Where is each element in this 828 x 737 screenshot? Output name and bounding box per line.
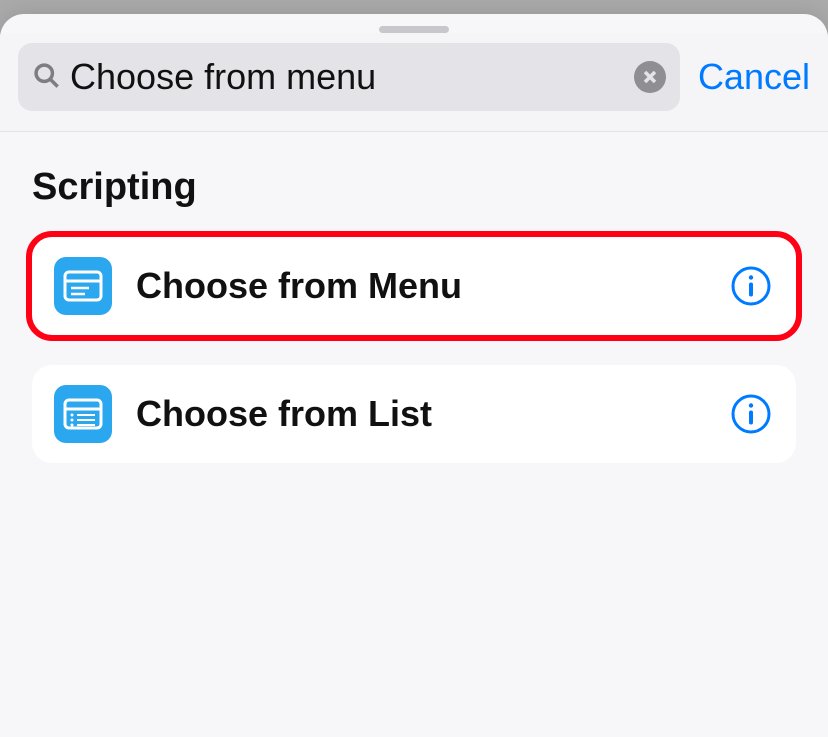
search-input[interactable] — [70, 56, 624, 98]
search-field-wrap[interactable] — [18, 43, 680, 111]
clear-search-button[interactable] — [634, 61, 666, 93]
action-choose-from-list[interactable]: Choose from List — [32, 365, 796, 463]
cancel-button[interactable]: Cancel — [698, 56, 810, 98]
sheet-grabber[interactable] — [379, 26, 449, 33]
results-content: Scripting Choose from Menu — [0, 132, 828, 497]
info-button[interactable] — [728, 391, 774, 437]
search-icon — [32, 61, 60, 94]
results-list: Choose from Menu — [32, 237, 796, 463]
menu-card-icon — [54, 257, 112, 315]
list-card-icon — [54, 385, 112, 443]
action-label: Choose from List — [136, 393, 728, 435]
action-choose-from-menu[interactable]: Choose from Menu — [32, 237, 796, 335]
action-label: Choose from Menu — [136, 265, 728, 307]
action-search-sheet: Cancel Scripting Choose from Menu — [0, 14, 828, 737]
info-button[interactable] — [728, 263, 774, 309]
section-title-scripting: Scripting — [32, 166, 796, 209]
search-topbar: Cancel — [0, 33, 828, 132]
